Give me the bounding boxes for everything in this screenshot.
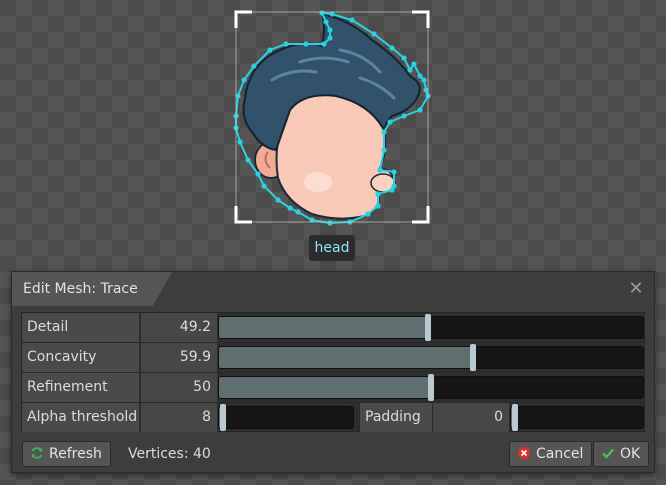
mesh-vertex[interactable] [377, 167, 383, 173]
mesh-vertex[interactable] [295, 209, 301, 215]
concavity-slider[interactable] [218, 344, 644, 371]
mesh-vertex[interactable] [237, 139, 243, 145]
row-alpha-padding: Alpha threshold 8 Padding 0 [22, 403, 644, 433]
ok-label: OK [620, 446, 641, 462]
mesh-vertex[interactable] [323, 19, 329, 25]
mesh-vertex[interactable] [255, 171, 261, 177]
padding-value[interactable]: 0 [433, 403, 509, 432]
mesh-vertex[interactable] [261, 183, 267, 189]
edit-mesh-dialog: Edit Mesh: Trace ✕ Detail 49.2 Concavity… [11, 271, 655, 473]
detail-value[interactable]: 49.2 [141, 313, 217, 342]
alpha-threshold-label: Alpha threshold [22, 403, 140, 432]
row-concavity: Concavity 59.9 [22, 343, 644, 373]
mesh-vertex[interactable] [349, 17, 355, 23]
row-refinement: Refinement 50 [22, 373, 644, 403]
mesh-vertex[interactable] [391, 169, 397, 175]
refinement-slider-thumb[interactable] [428, 374, 434, 401]
mesh-vertex[interactable] [251, 63, 257, 69]
mesh-vertex[interactable] [327, 220, 333, 226]
concavity-value[interactable]: 59.9 [141, 343, 217, 372]
mesh-vertex[interactable] [321, 41, 327, 47]
detail-label: Detail [22, 313, 140, 342]
mesh-vertex[interactable] [389, 187, 395, 193]
refinement-label: Refinement [22, 373, 140, 402]
mesh-vertex[interactable] [381, 147, 387, 153]
dialog-footer: Refresh Vertices: 40 Cancel OK [21, 441, 650, 467]
detail-slider[interactable] [218, 314, 644, 341]
mesh-vertex[interactable] [411, 61, 417, 67]
refresh-button[interactable]: Refresh [22, 441, 111, 467]
mesh-vertex[interactable] [275, 197, 281, 203]
concavity-slider-thumb[interactable] [469, 344, 476, 371]
refinement-slider-fill [219, 377, 431, 398]
mesh-vertex[interactable] [327, 27, 333, 33]
mesh-vertex[interactable] [375, 191, 381, 197]
padding-slider[interactable] [510, 404, 644, 431]
mesh-vertex[interactable] [417, 73, 423, 79]
padding-slider-thumb[interactable] [512, 404, 518, 431]
mesh-vertex[interactable] [401, 55, 407, 61]
mesh-vertex[interactable] [417, 107, 423, 113]
mesh-vertex[interactable] [267, 47, 273, 53]
cancel-icon [516, 442, 532, 466]
alpha-threshold-slider[interactable] [218, 404, 354, 431]
close-icon[interactable]: ✕ [626, 279, 646, 299]
concavity-slider-fill [219, 347, 473, 368]
concavity-label: Concavity [22, 343, 140, 372]
mesh-vertex[interactable] [389, 45, 395, 51]
refinement-value[interactable]: 50 [141, 373, 217, 402]
mesh-vertex[interactable] [375, 203, 381, 209]
detail-slider-fill [219, 317, 428, 338]
cancel-label: Cancel [536, 446, 584, 462]
cancel-button[interactable]: Cancel [509, 441, 593, 467]
mesh-vertex[interactable] [245, 157, 251, 163]
mesh-vertex[interactable] [319, 10, 325, 16]
detail-slider-thumb[interactable] [424, 314, 431, 341]
mesh-vertex[interactable] [407, 67, 413, 73]
attachment-label[interactable]: head [309, 235, 355, 261]
dialog-titlebar[interactable]: Edit Mesh: Trace ✕ [12, 272, 654, 306]
padding-label: Padding [359, 403, 433, 432]
mesh-vertex[interactable] [421, 77, 427, 83]
alpha-threshold-value[interactable]: 8 [141, 403, 217, 432]
row-detail: Detail 49.2 [22, 313, 644, 343]
dialog-title: Edit Mesh: Trace [23, 281, 138, 297]
mesh-vertex[interactable] [303, 41, 309, 47]
refresh-label: Refresh [49, 446, 102, 462]
vertices-count: Vertices: 40 [128, 446, 211, 462]
ok-button[interactable]: OK [593, 441, 650, 467]
mesh-vertex[interactable] [365, 211, 371, 217]
mesh-vertex[interactable] [283, 41, 289, 47]
mesh-vertex[interactable] [241, 77, 247, 83]
mesh-vertex[interactable] [387, 119, 393, 125]
mesh-vertex[interactable] [401, 113, 407, 119]
refinement-slider[interactable] [218, 374, 644, 401]
trace-settings-grid: Detail 49.2 Concavity 59.9 Refinement 50 [21, 312, 645, 432]
mesh-vertex[interactable] [327, 35, 333, 41]
mesh-vertex[interactable] [371, 31, 377, 37]
mesh-vertex[interactable] [287, 205, 293, 211]
check-icon [600, 442, 616, 466]
refresh-icon [29, 442, 45, 466]
alpha-slider-thumb[interactable] [220, 404, 226, 431]
mesh-vertex[interactable] [381, 129, 387, 135]
viewport-canvas[interactable] [0, 0, 666, 270]
